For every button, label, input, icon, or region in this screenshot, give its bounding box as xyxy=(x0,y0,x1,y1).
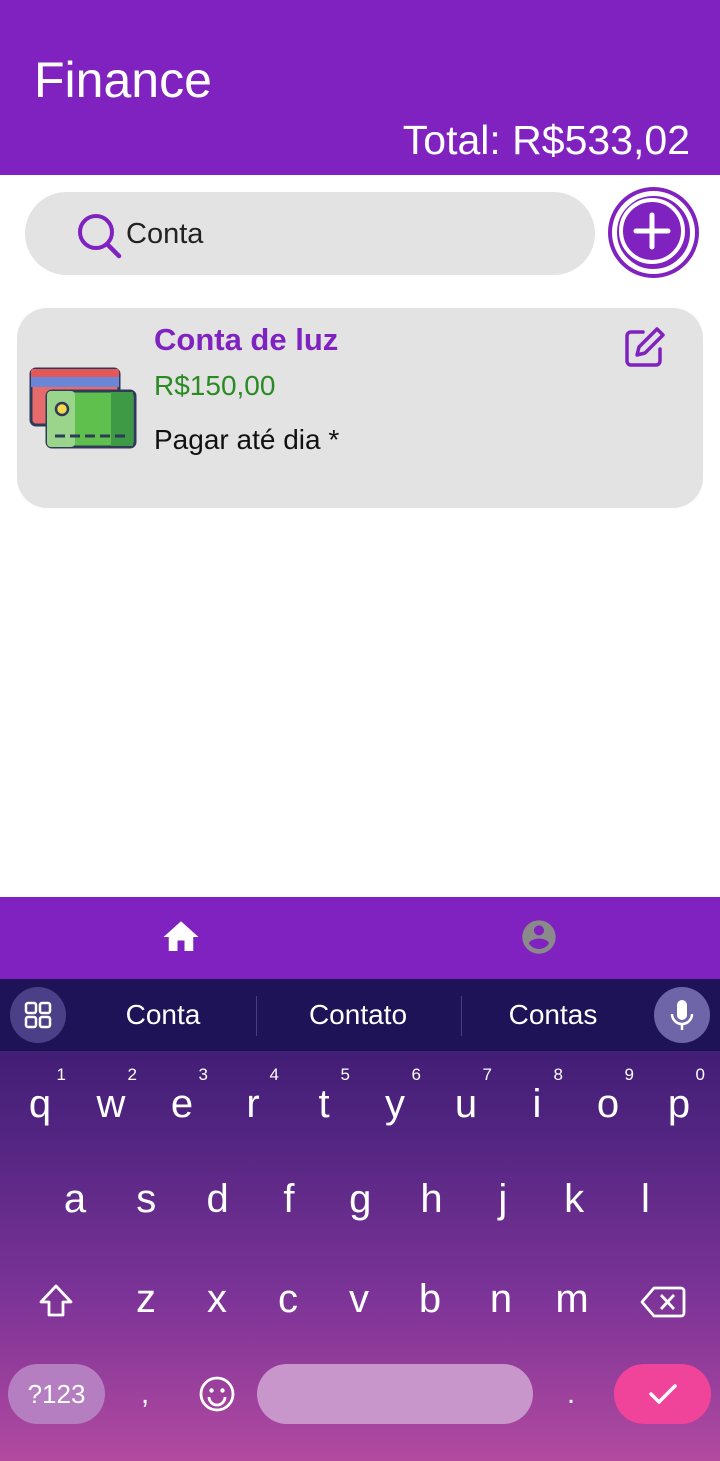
key-o[interactable]: o9 xyxy=(578,1059,638,1149)
key-label: e xyxy=(170,1082,194,1126)
credit-cards-icon xyxy=(29,367,137,449)
add-button[interactable] xyxy=(612,191,695,274)
soft-keyboard: Conta Contato Contas q1w2e3r4t5y6u7i8o9p… xyxy=(0,979,720,1461)
key-number-hint: 3 xyxy=(198,1065,208,1084)
total-amount: Total: R$533,02 xyxy=(402,117,690,163)
suggestion-bar: Conta Contato Contas xyxy=(0,979,720,1051)
key-n[interactable]: n xyxy=(471,1254,531,1344)
suggestion-divider xyxy=(461,996,462,1036)
space-key[interactable] xyxy=(257,1364,533,1424)
key-w[interactable]: w2 xyxy=(81,1059,141,1149)
key-t[interactable]: t5 xyxy=(294,1059,354,1149)
key-x[interactable]: x xyxy=(187,1254,247,1344)
key-label: i xyxy=(532,1082,542,1126)
key-label: p xyxy=(667,1082,691,1126)
suggestion-3[interactable]: Contas xyxy=(463,979,643,1051)
period-key[interactable]: . xyxy=(556,1364,586,1424)
key-j[interactable]: j xyxy=(473,1154,533,1244)
key-label: o xyxy=(596,1082,620,1126)
shift-icon[interactable] xyxy=(36,1281,76,1321)
key-s[interactable]: s xyxy=(116,1154,176,1244)
key-number-hint: 7 xyxy=(482,1065,492,1084)
key-label: y xyxy=(385,1082,405,1126)
list-item[interactable]: Conta de luz R$150,00 Pagar até dia * xyxy=(17,308,703,508)
backspace-icon[interactable] xyxy=(640,1284,686,1320)
key-m[interactable]: m xyxy=(542,1254,602,1344)
app-title: Finance xyxy=(34,52,212,108)
enter-key[interactable] xyxy=(614,1364,711,1424)
search-bar[interactable] xyxy=(25,192,595,275)
key-number-hint: 9 xyxy=(624,1065,634,1084)
key-number-hint: 2 xyxy=(127,1065,137,1084)
key-label: t xyxy=(318,1082,330,1126)
suggestion-2[interactable]: Contato xyxy=(258,979,458,1051)
key-label: q xyxy=(28,1082,52,1126)
key-f[interactable]: f xyxy=(259,1154,319,1244)
item-name: Conta de luz xyxy=(154,322,339,357)
symbols-key[interactable]: ?123 xyxy=(8,1364,105,1424)
key-b[interactable]: b xyxy=(400,1254,460,1344)
key-number-hint: 0 xyxy=(695,1065,705,1084)
home-icon[interactable] xyxy=(160,916,202,958)
key-a[interactable]: a xyxy=(45,1154,105,1244)
key-d[interactable]: d xyxy=(188,1154,248,1244)
key-i[interactable]: i8 xyxy=(507,1059,567,1149)
key-r[interactable]: r4 xyxy=(223,1059,283,1149)
suggestion-1[interactable]: Conta xyxy=(72,979,254,1051)
key-label: u xyxy=(454,1082,478,1126)
bottom-nav xyxy=(0,897,720,979)
search-input[interactable] xyxy=(126,208,566,260)
item-amount: R$150,00 xyxy=(154,370,276,401)
key-number-hint: 6 xyxy=(411,1065,421,1084)
emoji-icon[interactable] xyxy=(198,1375,236,1413)
key-e[interactable]: e3 xyxy=(152,1059,212,1149)
check-icon xyxy=(648,1384,677,1404)
key-c[interactable]: c xyxy=(258,1254,318,1344)
app-screen: Finance Total: R$533,02 Conta de luz xyxy=(0,0,720,1461)
key-label: r xyxy=(246,1082,260,1126)
key-g[interactable]: g xyxy=(330,1154,390,1244)
key-v[interactable]: v xyxy=(329,1254,389,1344)
key-u[interactable]: u7 xyxy=(436,1059,496,1149)
key-number-hint: 1 xyxy=(56,1065,66,1084)
key-number-hint: 8 xyxy=(553,1065,563,1084)
key-p[interactable]: p0 xyxy=(649,1059,709,1149)
voice-input-button[interactable] xyxy=(654,987,710,1043)
app-header: Finance Total: R$533,02 xyxy=(0,0,720,175)
suggestion-divider xyxy=(256,996,257,1036)
key-number-hint: 4 xyxy=(269,1065,279,1084)
microphone-icon xyxy=(670,1000,694,1030)
key-l[interactable]: l xyxy=(615,1154,675,1244)
search-icon xyxy=(78,214,122,259)
plus-circle-icon xyxy=(619,198,685,264)
key-label: w xyxy=(96,1082,126,1126)
account-circle-icon[interactable] xyxy=(519,917,559,957)
key-number-hint: 5 xyxy=(340,1065,350,1084)
key-y[interactable]: y6 xyxy=(365,1059,425,1149)
comma-key[interactable]: , xyxy=(130,1364,160,1424)
key-h[interactable]: h xyxy=(402,1154,462,1244)
key-q[interactable]: q1 xyxy=(10,1059,70,1149)
apps-grid-button[interactable] xyxy=(10,987,66,1043)
key-k[interactable]: k xyxy=(544,1154,604,1244)
item-note: Pagar até dia * xyxy=(154,424,340,455)
edit-icon[interactable] xyxy=(623,325,667,369)
key-z[interactable]: z xyxy=(116,1254,176,1344)
grid-icon xyxy=(24,1001,52,1029)
